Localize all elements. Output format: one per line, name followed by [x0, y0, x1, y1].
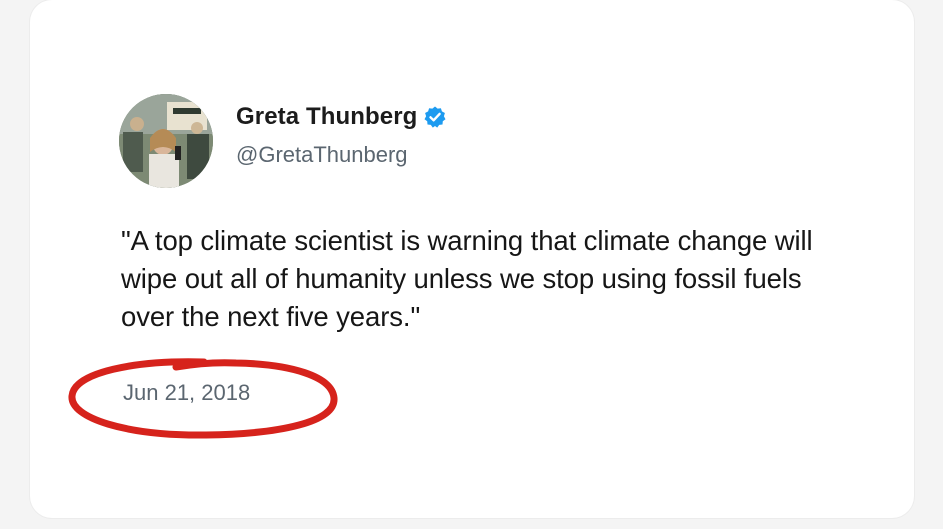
tweet-date[interactable]: Jun 21, 2018: [123, 380, 250, 406]
display-name[interactable]: Greta Thunberg: [236, 103, 417, 131]
screenshot-canvas: Greta Thunberg @GretaThunberg "A top cli…: [0, 0, 943, 529]
verified-badge-icon: [423, 105, 447, 129]
author-row[interactable]: Greta Thunberg: [236, 101, 447, 133]
tweet-text: "A top climate scientist is warning that…: [121, 225, 813, 332]
user-handle[interactable]: @GretaThunberg: [236, 142, 408, 168]
avatar[interactable]: [119, 94, 213, 188]
avatar-photo: [119, 94, 213, 188]
